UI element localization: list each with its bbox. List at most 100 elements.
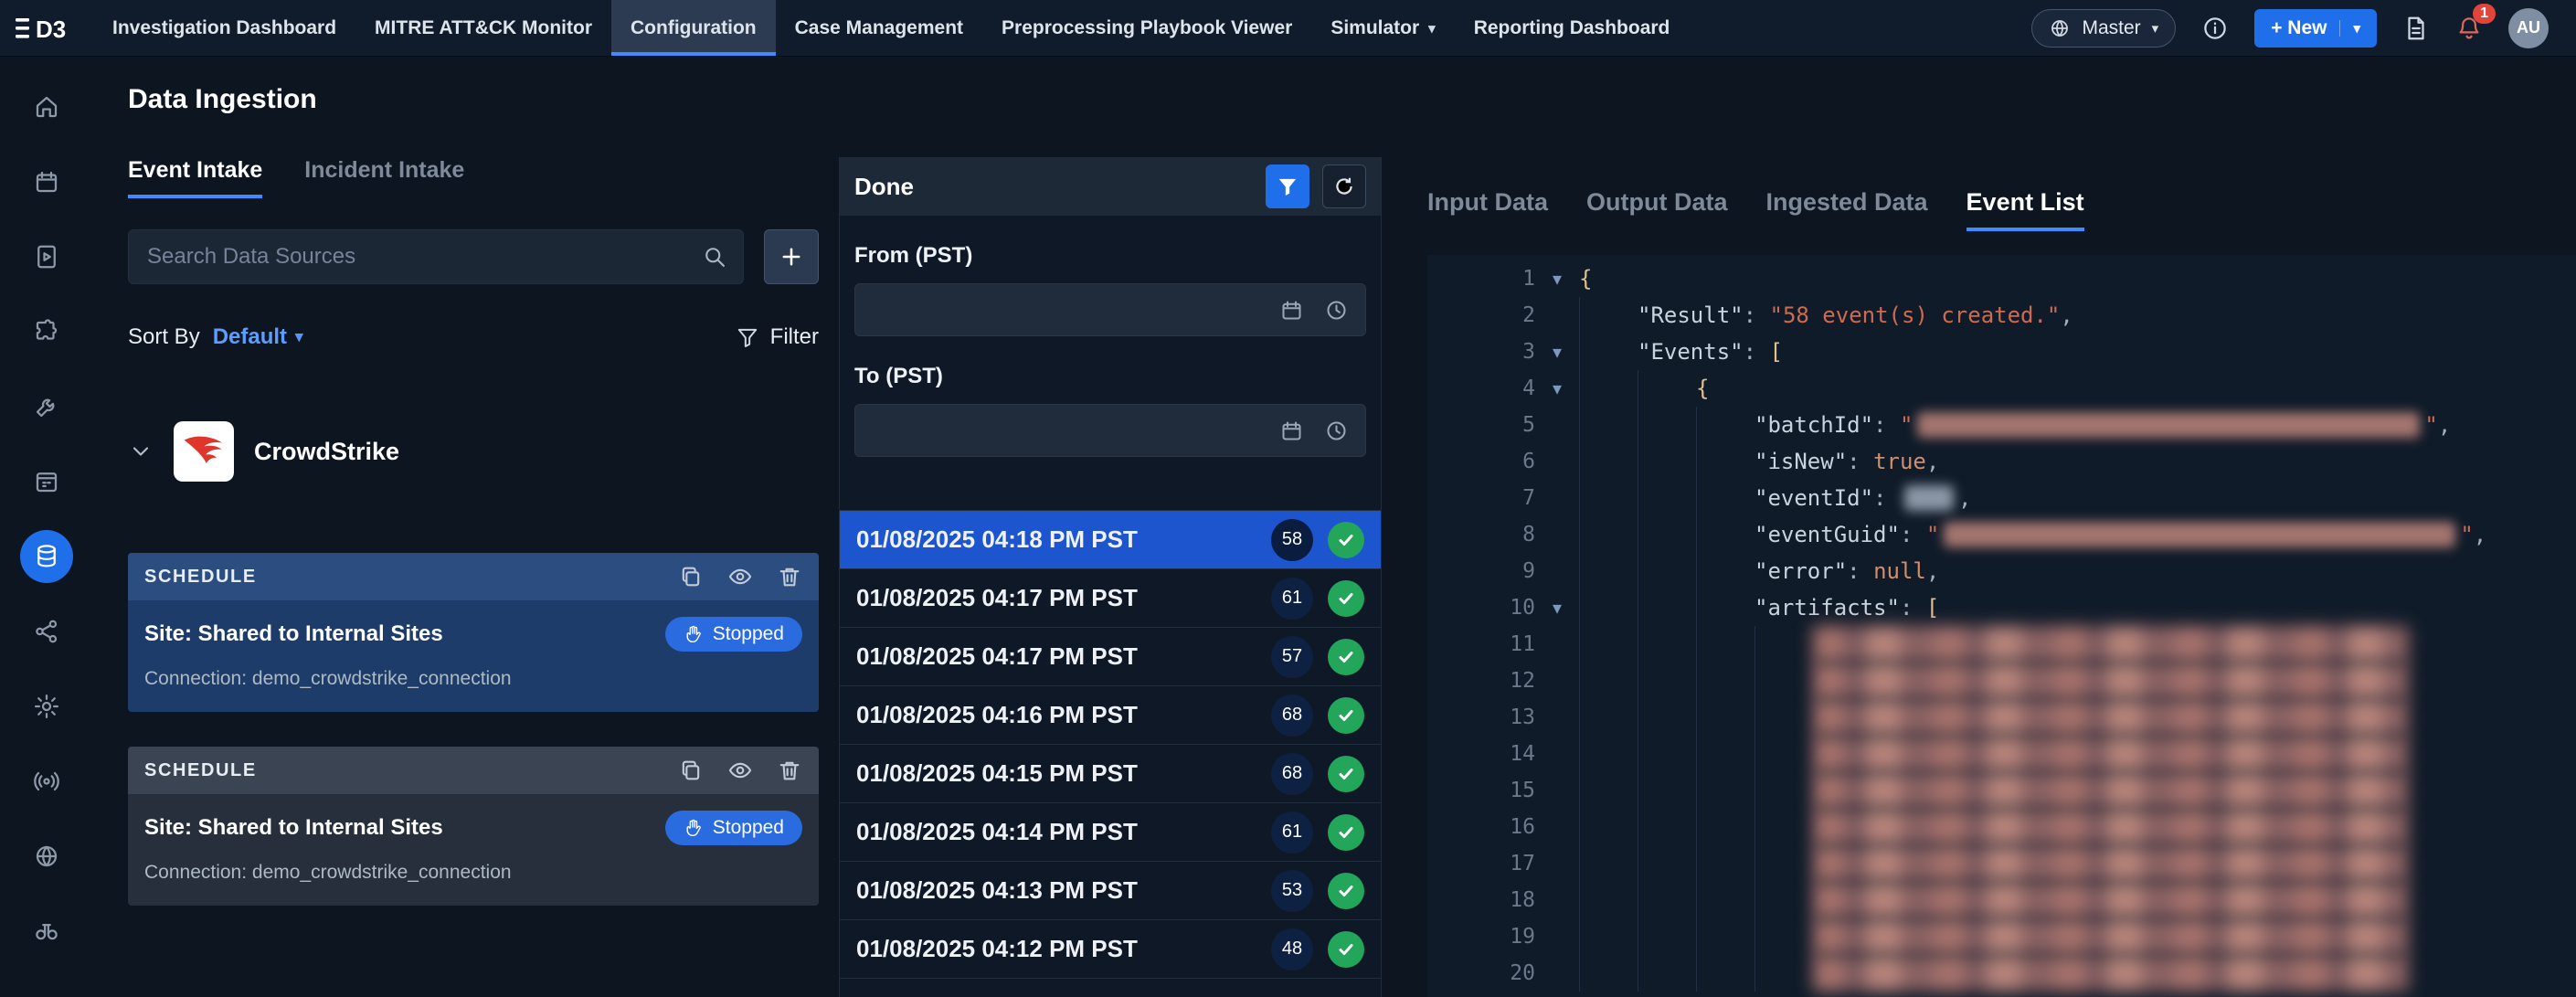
event-detail-panel: Input Data Output Data Ingested Data Event … bbox=[1427, 157, 2576, 997]
batch-row[interactable]: 01/08/2025 04:12 PM PST48 bbox=[840, 920, 1381, 979]
data-source-group-crowdstrike[interactable]: CrowdStrike bbox=[128, 421, 819, 482]
batch-status-title: Done bbox=[854, 173, 914, 201]
line-number: 13 bbox=[1427, 705, 1535, 729]
notifications-button[interactable]: 1 bbox=[2455, 15, 2483, 42]
sidebar-item-integrations[interactable] bbox=[9, 294, 84, 369]
code-token: " bbox=[2460, 522, 2473, 547]
redacted-content bbox=[1813, 626, 2409, 663]
code-text bbox=[1813, 626, 2409, 663]
event-count-badge: 58 bbox=[1271, 519, 1313, 561]
eye-icon[interactable] bbox=[727, 758, 753, 783]
code-line: 5"batchId": "", bbox=[1427, 407, 2576, 443]
batch-row[interactable]: 01/08/2025 04:15 PM PST68 bbox=[840, 745, 1381, 803]
schedule-connection: Connection: demo_crowdstrike_connection bbox=[144, 668, 802, 690]
sidebar-item-schedule[interactable] bbox=[9, 444, 84, 519]
from-datetime-input[interactable] bbox=[854, 283, 1366, 336]
tab-incident-intake[interactable]: Incident Intake bbox=[304, 157, 464, 198]
redacted-content bbox=[1813, 772, 2409, 809]
playbook-icon bbox=[33, 243, 60, 270]
nav-item-label: Investigation Dashboard bbox=[112, 17, 336, 39]
clock-icon[interactable] bbox=[1324, 298, 1349, 323]
tab-output-data[interactable]: Output Data bbox=[1586, 188, 1728, 231]
code-token: , bbox=[2474, 522, 2486, 547]
fold-toggle-icon[interactable]: ▾ bbox=[1535, 597, 1579, 620]
nav-item-simulator[interactable]: Simulator▾ bbox=[1311, 0, 1454, 56]
batch-row[interactable]: 01/08/2025 04:17 PM PST57 bbox=[840, 628, 1381, 686]
chevron-down-icon[interactable] bbox=[128, 439, 154, 464]
schedule-card[interactable]: SCHEDULESite: Shared to Internal SitesSt… bbox=[128, 747, 819, 906]
clock-icon[interactable] bbox=[1324, 419, 1349, 443]
code-token: true bbox=[1873, 449, 1926, 474]
trash-icon[interactable] bbox=[777, 758, 802, 783]
code-token: , bbox=[2438, 412, 2451, 438]
schedule-card-body: Site: Shared to Internal SitesStoppedCon… bbox=[128, 600, 819, 712]
redacted-content bbox=[1813, 699, 2409, 736]
to-datetime-input[interactable] bbox=[854, 404, 1366, 457]
add-data-source-button[interactable] bbox=[764, 229, 819, 284]
calendar-icon[interactable] bbox=[1279, 298, 1304, 323]
fold-toggle-icon[interactable]: ▾ bbox=[1535, 268, 1579, 291]
fold-toggle-icon[interactable]: ▾ bbox=[1535, 377, 1579, 400]
sidebar-item-globe[interactable] bbox=[9, 819, 84, 894]
refresh-button[interactable] bbox=[1322, 164, 1366, 208]
master-label: Master bbox=[2082, 17, 2140, 39]
schedule-card[interactable]: SCHEDULESite: Shared to Internal SitesSt… bbox=[128, 553, 819, 712]
batch-row[interactable]: 01/08/2025 04:13 PM PST53 bbox=[840, 862, 1381, 920]
sidebar-item-utilities[interactable] bbox=[9, 369, 84, 444]
nav-item-case-management[interactable]: Case Management bbox=[776, 0, 982, 56]
nav-item-preprocessing-playbook-viewer[interactable]: Preprocessing Playbook Viewer bbox=[982, 0, 1311, 56]
batch-panel: Done From (PST) To (PST) bbox=[839, 157, 1382, 997]
sidebar-item-calendar[interactable] bbox=[9, 144, 84, 219]
copy-icon[interactable] bbox=[678, 564, 704, 589]
sidebar-item-broadcast[interactable] bbox=[9, 744, 84, 819]
code-text bbox=[1813, 845, 2409, 882]
tab-event-intake[interactable]: Event Intake bbox=[128, 157, 262, 198]
nav-item-mitre-att-ck-monitor[interactable]: MITRE ATT&CK Monitor bbox=[355, 0, 611, 56]
document-icon[interactable] bbox=[2402, 15, 2430, 42]
info-icon[interactable] bbox=[2201, 15, 2229, 42]
filter-label: Filter bbox=[770, 324, 819, 350]
indent-guides bbox=[1579, 699, 1813, 736]
filter-button[interactable]: Filter bbox=[736, 324, 819, 350]
batch-row[interactable]: 01/08/2025 04:16 PM PST68 bbox=[840, 686, 1381, 745]
code-line: 6"isNew": true, bbox=[1427, 443, 2576, 480]
batch-timestamp: 01/08/2025 04:16 PM PST bbox=[856, 701, 1138, 729]
sort-dropdown[interactable]: Default ▾ bbox=[213, 324, 303, 350]
tab-event-list[interactable]: Event List bbox=[1966, 188, 2084, 231]
code-text: "Result": "58 event(s) created.", bbox=[1638, 302, 2073, 328]
sidebar-item-data-ingestion[interactable] bbox=[9, 519, 84, 594]
sidebar-item-settings[interactable] bbox=[9, 669, 84, 744]
trash-icon[interactable] bbox=[777, 564, 802, 589]
code-line: 19 bbox=[1427, 918, 2576, 955]
new-button[interactable]: + New ▾ bbox=[2254, 9, 2377, 48]
sidebar-item-investigate[interactable] bbox=[9, 894, 84, 969]
calendar-icon[interactable] bbox=[1279, 419, 1304, 443]
nav-item-configuration[interactable]: Configuration bbox=[611, 0, 776, 56]
sidebar-item-playbook[interactable] bbox=[9, 219, 84, 294]
code-token: " bbox=[1926, 522, 1939, 547]
batch-panel-header: Done bbox=[840, 157, 1381, 216]
to-label: To (PST) bbox=[854, 364, 1366, 389]
eye-icon[interactable] bbox=[727, 564, 753, 589]
search-input[interactable] bbox=[128, 229, 744, 284]
sidebar-item-home[interactable] bbox=[9, 69, 84, 144]
nav-item-investigation-dashboard[interactable]: Investigation Dashboard bbox=[93, 0, 355, 56]
code-text: "isNew": true, bbox=[1754, 449, 1939, 474]
tab-ingested-data[interactable]: Ingested Data bbox=[1766, 188, 1928, 231]
line-number: 10 bbox=[1427, 596, 1535, 620]
batch-timestamp: 01/08/2025 04:15 PM PST bbox=[856, 759, 1138, 788]
connections-icon bbox=[33, 618, 60, 645]
batch-row[interactable]: 01/08/2025 04:14 PM PST61 bbox=[840, 803, 1381, 862]
nav-item-reporting-dashboard[interactable]: Reporting Dashboard bbox=[1455, 0, 1690, 56]
copy-icon[interactable] bbox=[678, 758, 704, 783]
master-selector[interactable]: Master ▾ bbox=[2031, 9, 2176, 48]
nav-item-label: MITRE ATT&CK Monitor bbox=[375, 17, 592, 39]
sidebar-item-connections[interactable] bbox=[9, 594, 84, 669]
batch-row[interactable]: 01/08/2025 04:17 PM PST61 bbox=[840, 569, 1381, 628]
avatar[interactable]: AU bbox=[2508, 8, 2549, 48]
batch-filter-button[interactable] bbox=[1266, 164, 1309, 208]
line-number: 1 bbox=[1427, 267, 1535, 291]
fold-toggle-icon[interactable]: ▾ bbox=[1535, 341, 1579, 364]
batch-row[interactable]: 01/08/2025 04:18 PM PST58 bbox=[840, 511, 1381, 569]
tab-input-data[interactable]: Input Data bbox=[1427, 188, 1548, 231]
